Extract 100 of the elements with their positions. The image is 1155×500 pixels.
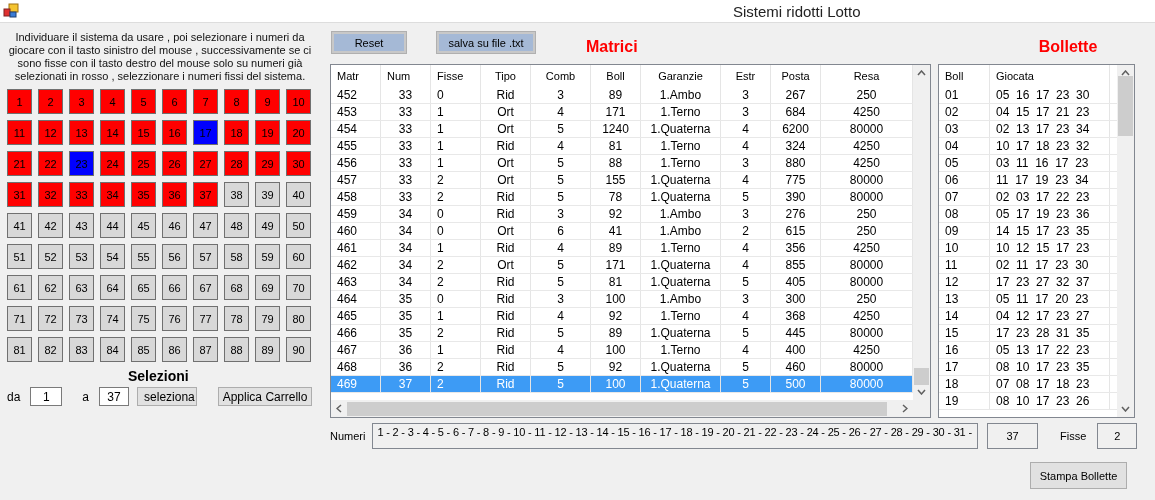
number-button[interactable]: 80 xyxy=(286,306,311,331)
number-button[interactable]: 73 xyxy=(69,306,94,331)
number-button[interactable]: 47 xyxy=(193,213,218,238)
number-button[interactable]: 57 xyxy=(193,244,218,269)
scrollbar-thumb[interactable] xyxy=(347,401,887,416)
number-button[interactable]: 32 xyxy=(38,182,63,207)
number-button[interactable]: 10 xyxy=(286,89,311,114)
number-button[interactable]: 49 xyxy=(255,213,280,238)
number-button[interactable]: 60 xyxy=(286,244,311,269)
column-header[interactable]: Garanzie xyxy=(641,65,721,87)
save-button[interactable]: salva su file .txt xyxy=(437,32,535,53)
number-button[interactable]: 15 xyxy=(131,120,156,145)
number-button[interactable]: 90 xyxy=(286,337,311,362)
number-button[interactable]: 3 xyxy=(69,89,94,114)
number-button[interactable]: 71 xyxy=(7,306,32,331)
number-button[interactable]: 22 xyxy=(38,151,63,176)
scrollbar-thumb[interactable] xyxy=(1118,76,1133,136)
table-row[interactable]: 460 34 0 Ort 6 41 1.Ambo 2 615 250 xyxy=(331,223,913,240)
column-header[interactable]: Tipo xyxy=(481,65,531,87)
number-button[interactable]: 75 xyxy=(131,306,156,331)
number-button[interactable]: 70 xyxy=(286,275,311,300)
number-button[interactable]: 6 xyxy=(162,89,187,114)
number-button[interactable]: 52 xyxy=(38,244,63,269)
column-header[interactable]: Matr xyxy=(331,65,381,87)
count-field[interactable]: 37 xyxy=(987,423,1038,449)
number-button[interactable]: 45 xyxy=(131,213,156,238)
from-field[interactable]: 1 xyxy=(30,387,63,406)
number-button[interactable]: 20 xyxy=(286,120,311,145)
scroll-up-icon[interactable] xyxy=(917,70,926,76)
apply-cart-button[interactable]: Applica Carrello xyxy=(218,387,313,406)
to-field[interactable]: 37 xyxy=(99,387,130,406)
table-row[interactable]: 459 34 0 Rid 3 92 1.Ambo 3 276 250 xyxy=(331,206,913,223)
number-button[interactable]: 76 xyxy=(162,306,187,331)
scrollbar-thumb[interactable] xyxy=(914,368,929,385)
number-button[interactable]: 64 xyxy=(100,275,125,300)
column-header[interactable]: Estr xyxy=(721,65,771,87)
table-row[interactable]: 454 33 1 Ort 5 1240 1.Quaterna 4 6200 80000 xyxy=(331,121,913,138)
number-button[interactable]: 50 xyxy=(286,213,311,238)
numbers-field[interactable]: 1 - 2 - 3 - 4 - 5 - 6 - 7 - 8 - 9 - 10 - 11 - 12 - 13 - 14 - 15 - 16 - 17 - 18 - 19 - 20 - 21 - 22 - 23 - 24 - 25 - 26 - 27 - 28 - 29 - 30 - 31 - xyxy=(372,423,979,449)
column-header[interactable]: Num xyxy=(381,65,431,87)
number-button[interactable]: 28 xyxy=(224,151,249,176)
number-button[interactable]: 7 xyxy=(193,89,218,114)
number-button[interactable]: 11 xyxy=(7,120,32,145)
number-button[interactable]: 12 xyxy=(38,120,63,145)
number-button[interactable]: 86 xyxy=(162,337,187,362)
column-header[interactable]: Boll xyxy=(939,65,990,87)
number-button[interactable]: 77 xyxy=(193,306,218,331)
number-button[interactable]: 82 xyxy=(38,337,63,362)
number-button[interactable]: 81 xyxy=(7,337,32,362)
number-button[interactable]: 65 xyxy=(131,275,156,300)
number-button[interactable]: 34 xyxy=(100,182,125,207)
table-row[interactable]: 457 33 2 Ort 5 155 1.Quaterna 4 775 80000 xyxy=(331,172,913,189)
fisse-field[interactable]: 2 xyxy=(1097,423,1138,449)
table-row[interactable]: 463 34 2 Rid 5 81 1.Quaterna 5 405 80000 xyxy=(331,274,913,291)
number-button[interactable]: 74 xyxy=(100,306,125,331)
number-button[interactable]: 18 xyxy=(224,120,249,145)
print-button[interactable]: Stampa Bollette xyxy=(1030,462,1127,489)
number-button[interactable]: 78 xyxy=(224,306,249,331)
select-button[interactable]: seleziona xyxy=(137,387,198,406)
number-button[interactable]: 54 xyxy=(100,244,125,269)
table-row[interactable]: 462 34 2 Ort 5 171 1.Quaterna 4 855 80000 xyxy=(331,257,913,274)
number-button[interactable]: 26 xyxy=(162,151,187,176)
number-button[interactable]: 44 xyxy=(100,213,125,238)
number-button[interactable]: 61 xyxy=(7,275,32,300)
number-button[interactable]: 2 xyxy=(38,89,63,114)
number-button[interactable]: 55 xyxy=(131,244,156,269)
number-button[interactable]: 43 xyxy=(69,213,94,238)
number-button[interactable]: 59 xyxy=(255,244,280,269)
number-button[interactable]: 63 xyxy=(69,275,94,300)
number-button[interactable]: 33 xyxy=(69,182,94,207)
number-button[interactable]: 35 xyxy=(131,182,156,207)
table-row[interactable]: 465 35 1 Rid 4 92 1.Terno 4 368 4250 xyxy=(331,308,913,325)
scroll-up-icon[interactable] xyxy=(1121,70,1130,76)
number-button[interactable]: 16 xyxy=(162,120,187,145)
number-button[interactable]: 69 xyxy=(255,275,280,300)
number-button[interactable]: 25 xyxy=(131,151,156,176)
number-button[interactable]: 41 xyxy=(7,213,32,238)
table-row[interactable]: 452 33 0 Rid 3 89 1.Ambo 3 267 250 xyxy=(331,87,913,104)
number-button[interactable]: 66 xyxy=(162,275,187,300)
number-button[interactable]: 62 xyxy=(38,275,63,300)
number-button[interactable]: 53 xyxy=(69,244,94,269)
reset-button[interactable]: Reset xyxy=(332,32,406,53)
column-header[interactable]: Giocata xyxy=(990,65,1110,87)
number-button[interactable]: 31 xyxy=(7,182,32,207)
table-row[interactable]: 456 33 1 Ort 5 88 1.Terno 3 880 4250 xyxy=(331,155,913,172)
number-button[interactable]: 36 xyxy=(162,182,187,207)
number-button[interactable]: 84 xyxy=(100,337,125,362)
number-button[interactable]: 46 xyxy=(162,213,187,238)
number-button[interactable]: 9 xyxy=(255,89,280,114)
number-button[interactable]: 13 xyxy=(69,120,94,145)
scroll-left-icon[interactable] xyxy=(336,404,342,413)
number-button[interactable]: 37 xyxy=(193,182,218,207)
column-header[interactable]: Posta xyxy=(771,65,821,87)
number-button[interactable]: 68 xyxy=(224,275,249,300)
number-button[interactable]: 14 xyxy=(100,120,125,145)
table-row[interactable]: 453 33 1 Ort 4 171 1.Terno 3 684 4250 xyxy=(331,104,913,121)
scroll-right-icon[interactable] xyxy=(902,404,908,413)
number-button[interactable]: 30 xyxy=(286,151,311,176)
column-header[interactable]: Comb xyxy=(531,65,591,87)
number-button[interactable]: 88 xyxy=(224,337,249,362)
